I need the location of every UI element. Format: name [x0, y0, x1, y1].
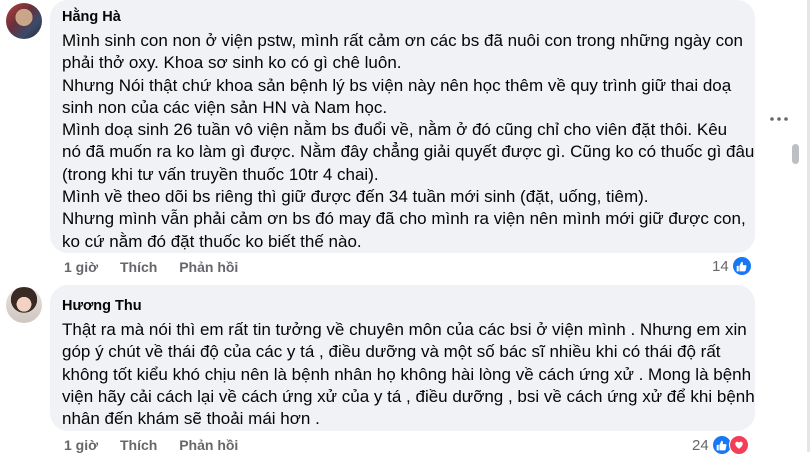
comment-line: Mình doạ sinh 26 tuần vô viện nằm bs đuổ…	[62, 120, 728, 140]
comment-line: Mình sinh con non ở viện pstw, mình rất …	[62, 31, 744, 50]
like-icon	[712, 436, 731, 454]
reaction-count: 24	[692, 436, 709, 454]
comment-author[interactable]: Hương Thu	[62, 295, 743, 317]
comment-line: nhân đến khám sẽ thoải mái hơn .	[62, 409, 320, 429]
comment-line: Nhưng Nói thật chứ khoa sản bệnh lý bs v…	[62, 75, 732, 95]
love-icon	[728, 435, 749, 455]
comment-line: (trong khi tư vấn truyền thuốc 10tr 4 ch…	[62, 164, 379, 184]
scrollbar-thumb[interactable]	[792, 144, 799, 164]
reply-button[interactable]: Phản hồi	[179, 437, 238, 453]
reaction-summary[interactable]: 24	[692, 435, 749, 455]
comment-bubble-2: Hương Thu Thật ra mà nói thì em rất tin …	[50, 285, 755, 431]
comment-line: viện hãy cải cách lại về cách ứng xử của…	[62, 386, 755, 406]
comment-text: Thật ra mà nói thì em rất tin tưởng về c…	[62, 319, 755, 430]
comment-bubble-1: Hằng Hà Mình sinh con non ở viện pstw, m…	[50, 0, 755, 253]
comment-line: ko cứ nằm đó đặt thuốc ko biết thế nào.	[62, 231, 362, 251]
comment-time[interactable]: 1 giờ	[64, 437, 98, 453]
like-button[interactable]: Thích	[120, 437, 157, 453]
comment-actions: 1 giờ Thích Phản hồi	[64, 437, 256, 453]
reply-button[interactable]: Phản hồi	[179, 259, 238, 275]
reaction-count: 14	[712, 257, 729, 275]
comment-time[interactable]: 1 giờ	[64, 259, 98, 275]
comment-line: nó đã muốn ra ko làm gì được. Nằm đây ch…	[62, 142, 755, 162]
like-icon	[732, 257, 751, 275]
comment-line: Thật ra mà nói thì em rất tin tưởng về c…	[62, 320, 747, 339]
comment-text: Mình sinh con non ở viện pstw, mình rất …	[62, 30, 755, 253]
comment-line: Nhưng mình vẫn phải cảm ơn bs đó may đã …	[62, 209, 746, 229]
comment-actions: 1 giờ Thích Phản hồi	[64, 259, 256, 275]
comment-line: góp ý chút về thái độ của các y tá , điề…	[62, 342, 721, 362]
comment-author[interactable]: Hằng Hà	[62, 6, 743, 28]
reaction-summary[interactable]: 14	[712, 257, 751, 275]
avatar-hang-ha[interactable]	[6, 3, 42, 39]
comment-line: phải thở oxy. Khoa sơ sinh ko có gì chê …	[62, 53, 402, 73]
comment-line: Mình về theo dõi bs riêng thì giữ được đ…	[62, 187, 649, 207]
like-button[interactable]: Thích	[120, 259, 157, 275]
more-options-icon[interactable]	[768, 112, 790, 126]
avatar-huong-thu[interactable]	[6, 287, 42, 323]
comment-line: sinh non của các viện sản HN và Nam học.	[62, 97, 388, 117]
comment-line: không tốt kiểu khó chịu nên là bệnh nhân…	[62, 364, 752, 384]
